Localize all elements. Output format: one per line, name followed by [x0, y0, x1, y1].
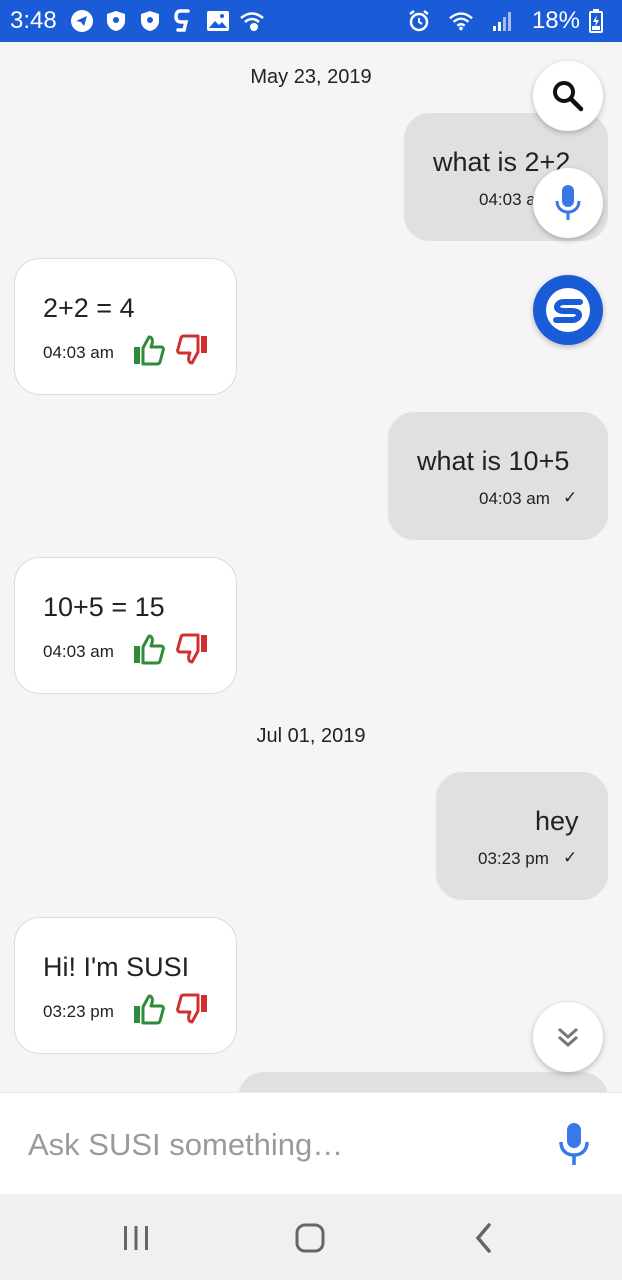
user-message-bubble[interactable]: what is 10+5 04:03 am ✓ [388, 412, 608, 540]
recent-apps-icon [124, 1226, 148, 1250]
susi-logo-icon [546, 288, 590, 332]
input-bar [0, 1092, 622, 1194]
recent-apps-button[interactable] [116, 1218, 156, 1258]
home-button[interactable] [290, 1218, 330, 1258]
message-time: 04:03 am [43, 343, 114, 362]
battery-charging-icon [588, 8, 604, 34]
wifi-hotspot-icon [239, 8, 265, 34]
alarm-icon [406, 8, 432, 34]
message-time: 04:03 am [43, 642, 114, 661]
sent-check-icon: ✓ [563, 488, 578, 507]
shield-icon [137, 8, 163, 34]
battery-percent: 18% [531, 7, 580, 34]
search-button[interactable] [533, 61, 603, 131]
bot-message-bubble[interactable]: Hi! I'm SUSI 03:23 pm [14, 917, 237, 1054]
thumbs-up-icon[interactable] [132, 632, 166, 666]
message-time: 03:23 pm [478, 849, 549, 868]
microphone-icon[interactable] [556, 1121, 592, 1167]
status-time: 3:48 [10, 7, 57, 34]
thumbs-up-icon[interactable] [132, 333, 166, 367]
message-text: 10+5 = 15 [43, 592, 165, 622]
image-icon [205, 8, 231, 34]
microphone-icon [555, 185, 581, 220]
susi-logo-button[interactable] [533, 275, 603, 345]
thumbs-down-icon[interactable] [175, 632, 209, 666]
wifi-icon [448, 8, 474, 34]
date-separator: May 23, 2019 [250, 66, 372, 88]
user-message-bubble[interactable] [238, 1072, 608, 1092]
thumbs-down-icon[interactable] [175, 992, 209, 1026]
bot-message-bubble[interactable]: 2+2 = 4 04:03 am [14, 258, 237, 395]
sent-check-icon: ✓ [563, 848, 578, 867]
shield-icon [103, 8, 129, 34]
voice-search-button[interactable] [533, 168, 603, 238]
home-icon [295, 1223, 325, 1253]
message-text: hey [535, 806, 579, 836]
thumbs-down-icon[interactable] [175, 333, 209, 367]
message-text: what is 10+5 [417, 446, 570, 476]
telegram-icon [69, 8, 95, 34]
thumbs-up-icon[interactable] [132, 992, 166, 1026]
back-button[interactable] [464, 1218, 504, 1258]
bot-message-bubble[interactable]: 10+5 = 15 04:03 am [14, 557, 237, 694]
message-text: Hi! I'm SUSI [43, 952, 190, 982]
chevron-double-down-icon [558, 1027, 578, 1048]
navigation-bar [0, 1194, 622, 1280]
gaana-icon [171, 8, 197, 34]
message-time: 03:23 pm [43, 1002, 114, 1021]
scroll-to-bottom-button[interactable] [533, 1002, 603, 1072]
back-icon [475, 1223, 491, 1253]
signal-icon [490, 8, 516, 34]
message-text: 2+2 = 4 [43, 293, 135, 323]
user-message-bubble[interactable]: hey 03:23 pm ✓ [436, 772, 608, 900]
search-icon [553, 81, 584, 112]
message-input[interactable] [28, 1123, 508, 1167]
chat-area[interactable]: May 23, 2019 what is 2+2 04:03 am 2+2 = … [0, 42, 622, 1092]
status-bar: 3:48 18% [0, 0, 622, 42]
message-time: 04:03 am [479, 489, 550, 508]
date-separator: Jul 01, 2019 [256, 725, 366, 747]
